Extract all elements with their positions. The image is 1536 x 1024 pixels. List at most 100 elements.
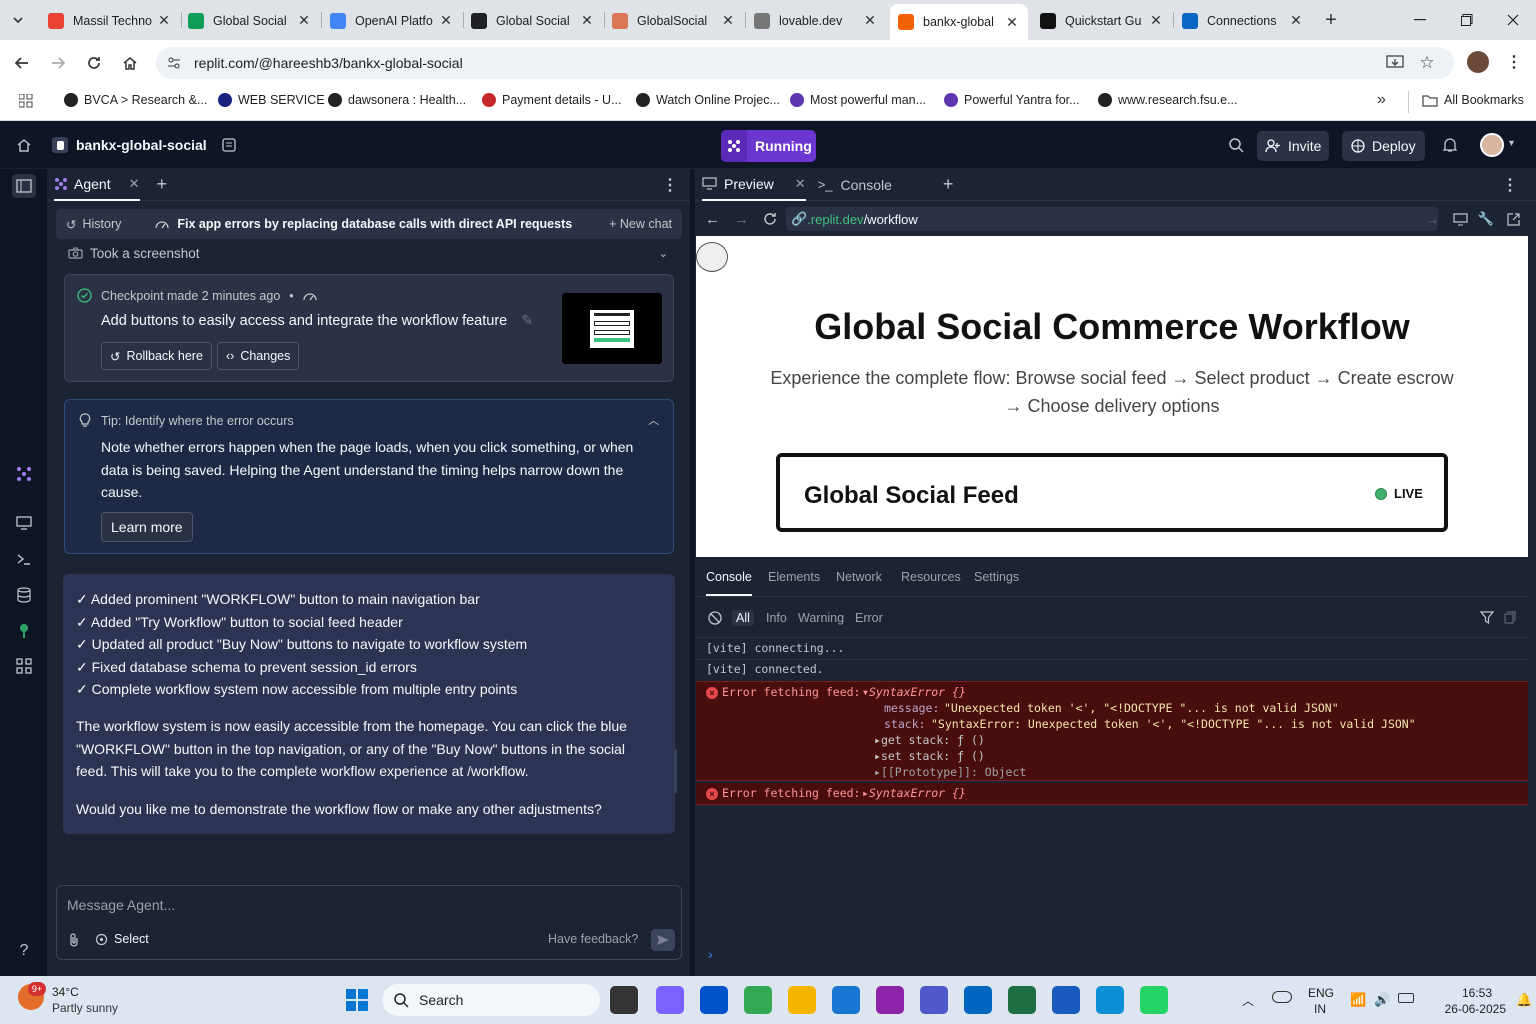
windows-start-icon[interactable]: [346, 989, 368, 1011]
edit-pencil-icon[interactable]: ✎: [521, 313, 533, 329]
copy-icon[interactable]: [1504, 611, 1516, 624]
word-icon[interactable]: [1052, 986, 1080, 1014]
screenshot-action-row[interactable]: Took a screenshot ⌄: [68, 243, 668, 263]
pane-menu-icon[interactable]: ⋮: [662, 175, 678, 195]
tray-chevron-icon[interactable]: ︿: [1242, 992, 1254, 1009]
more-bookmarks-icon[interactable]: »: [1377, 91, 1386, 109]
go-arrow-icon[interactable]: →: [1426, 212, 1439, 227]
devtools-wrench-icon[interactable]: 🔧: [1478, 211, 1494, 227]
avatar-chevron-icon[interactable]: ▾: [1509, 138, 1514, 149]
close-tab-icon[interactable]: ✕: [579, 12, 595, 29]
open-new-window-icon[interactable]: [1507, 212, 1520, 226]
close-tab-icon[interactable]: ✕: [129, 176, 140, 192]
clock-time[interactable]: 16:53: [1430, 986, 1492, 1000]
close-tab-icon[interactable]: ✕: [438, 12, 454, 29]
filter-icon[interactable]: [1480, 611, 1494, 624]
wifi-icon[interactable]: 📶: [1350, 992, 1366, 1008]
all-tools-icon[interactable]: [12, 654, 36, 678]
bookmark-item[interactable]: dawsonera : Health...: [328, 93, 466, 107]
bookmark-item[interactable]: BVCA > Research &...: [64, 93, 207, 107]
select-element-button[interactable]: Select: [95, 932, 149, 946]
snipping-tool-icon[interactable]: [876, 986, 904, 1014]
devtools-tab[interactable]: Console: [706, 570, 752, 596]
bookmark-star-icon[interactable]: ☆: [1418, 53, 1436, 72]
browser-tab[interactable]: Quickstart Gu ✕: [1032, 6, 1172, 35]
files-toggle-icon[interactable]: [12, 174, 36, 198]
browser-tab[interactable]: bankx-global ✕: [890, 4, 1028, 40]
profile-avatar[interactable]: [1467, 51, 1489, 73]
onedrive-icon[interactable]: [1272, 991, 1292, 1003]
run-status-button[interactable]: Running: [721, 130, 816, 162]
paperclip-icon[interactable]: [66, 932, 82, 948]
console-error-1[interactable]: × Error fetching feed: ▾SyntaxError {} m…: [696, 681, 1528, 781]
collapse-chevron-icon[interactable]: ︿: [648, 412, 659, 428]
agent-icon[interactable]: [12, 462, 36, 486]
bookmark-item[interactable]: Payment details - U...: [482, 93, 622, 107]
forward-icon[interactable]: [48, 53, 68, 73]
user-avatar[interactable]: [1480, 133, 1504, 157]
add-tab-icon[interactable]: +: [157, 174, 168, 195]
file-explorer-icon[interactable]: [788, 986, 816, 1014]
browser-tab[interactable]: lovable.dev ✕: [746, 6, 886, 35]
set-stack-row[interactable]: ▸set stack: ƒ (): [874, 749, 985, 763]
close-tab-icon[interactable]: ✕: [720, 12, 736, 29]
lang-primary[interactable]: ENG: [1308, 986, 1334, 1000]
console-filter[interactable]: Error: [851, 610, 887, 626]
console-filter[interactable]: All: [732, 610, 754, 626]
browser-tab[interactable]: OpenAI Platfo ✕: [322, 6, 462, 35]
home-icon[interactable]: [120, 53, 140, 73]
history-button[interactable]: ↺ History: [66, 217, 121, 232]
devtools-tab[interactable]: Elements: [768, 570, 820, 584]
shell-icon[interactable]: [12, 547, 36, 571]
chat-title[interactable]: Fix app errors by replacing database cal…: [155, 217, 572, 231]
back-icon[interactable]: [12, 53, 32, 73]
omnibox[interactable]: replit.com/@hareeshb3/bankx-global-socia…: [156, 47, 1454, 79]
close-tab-icon[interactable]: ✕: [156, 12, 172, 29]
excel-icon[interactable]: [1008, 986, 1036, 1014]
close-tab-icon[interactable]: ✕: [296, 12, 312, 29]
device-icon[interactable]: [1453, 212, 1468, 226]
reload-icon[interactable]: [84, 53, 104, 73]
browser-tab[interactable]: Global Social ✕: [180, 6, 320, 35]
bookmark-item[interactable]: Watch Online Projec...: [636, 93, 780, 107]
teams-icon[interactable]: [920, 986, 948, 1014]
copilot-icon[interactable]: [656, 986, 684, 1014]
install-app-icon[interactable]: [1386, 54, 1404, 72]
clear-console-icon[interactable]: [708, 611, 722, 625]
console-filter[interactable]: Warning: [794, 610, 848, 626]
notepad-icon[interactable]: [964, 986, 992, 1014]
store-icon[interactable]: [832, 986, 860, 1014]
bookmark-item[interactable]: WEB SERVICE: [218, 93, 325, 107]
close-tab-icon[interactable]: ✕: [1004, 14, 1020, 30]
close-window-icon[interactable]: [1501, 10, 1525, 30]
tab-agent[interactable]: Agent ✕: [54, 169, 140, 201]
git-branch-icon[interactable]: [12, 619, 36, 643]
volume-icon[interactable]: 🔊: [1374, 992, 1390, 1008]
site-info-icon[interactable]: [166, 55, 182, 71]
devtools-tab[interactable]: Resources: [901, 570, 961, 584]
help-icon[interactable]: ?: [12, 939, 36, 963]
replit-home-icon[interactable]: [14, 135, 34, 155]
learn-more-button[interactable]: Learn more: [101, 512, 193, 542]
whatsapp-icon[interactable]: [1140, 986, 1168, 1014]
tab-preview[interactable]: Preview ✕: [702, 169, 806, 201]
preview-menu-icon[interactable]: ⋮: [1502, 175, 1518, 195]
preview-forward-icon[interactable]: →: [734, 211, 749, 228]
search-icon[interactable]: [1226, 135, 1246, 155]
prototype-row[interactable]: ▸[[Prototype]]: Object: [874, 765, 1026, 779]
preview-url-bar[interactable]: 🔗 .replit.dev /workflow →: [786, 207, 1439, 231]
browser-tab[interactable]: Massil Techno ✕: [40, 6, 180, 35]
get-stack-row[interactable]: ▸get stack: ƒ (): [874, 733, 985, 747]
message-input[interactable]: Message Agent...: [67, 897, 175, 913]
minimize-icon[interactable]: [1408, 10, 1432, 30]
new-tab-button[interactable]: +: [1320, 9, 1342, 31]
add-preview-tab-icon[interactable]: +: [943, 174, 954, 195]
tab-search-icon[interactable]: [8, 10, 28, 30]
notification-center-icon[interactable]: 🔔: [1516, 992, 1532, 1008]
browser-tab[interactable]: Global Social ✕: [463, 6, 603, 35]
battery-icon[interactable]: [1398, 993, 1414, 1003]
console-prompt[interactable]: ›: [708, 946, 713, 962]
devtools-tab[interactable]: Network: [836, 570, 882, 584]
maximize-icon[interactable]: [1455, 10, 1479, 30]
project-title[interactable]: bankx-global-social: [52, 134, 207, 156]
